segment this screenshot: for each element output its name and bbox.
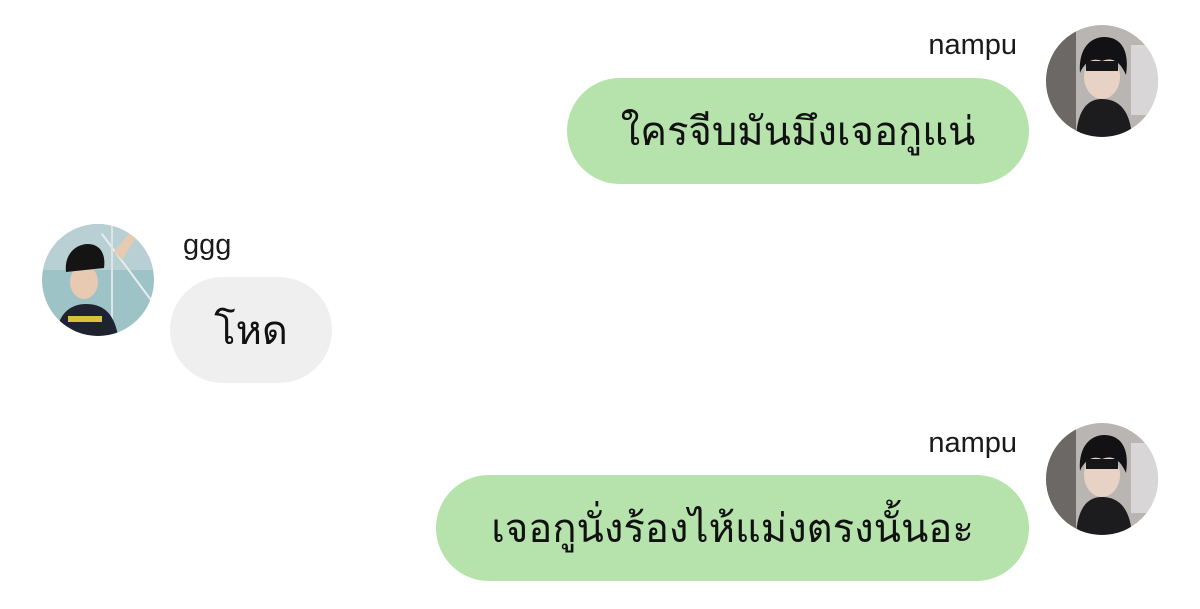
user-avatar-icon[interactable] — [42, 224, 154, 336]
avatar-photo-icon — [1046, 423, 1158, 535]
user-avatar-icon[interactable] — [1046, 423, 1158, 535]
sender-name: nampu — [928, 29, 1017, 61]
avatar-photo-icon — [42, 224, 154, 336]
sender-name: nampu — [928, 427, 1017, 459]
message-text: โหด — [214, 308, 288, 354]
avatar-photo-icon — [1046, 25, 1158, 137]
user-avatar-icon[interactable] — [1046, 25, 1158, 137]
message-text: เจอกูนั่งร้องไห้แม่งตรงนั้นอะ — [491, 506, 974, 552]
chat-thread: nampu ใครจีบมันมึงเจอกูแน่ ggg โหด nampu… — [0, 0, 1200, 609]
message-text: ใครจีบมันมึงเจอกูแน่ — [620, 109, 976, 155]
message-bubble-outgoing[interactable]: ใครจีบมันมึงเจอกูแน่ — [567, 78, 1029, 184]
sender-name: ggg — [183, 229, 232, 261]
message-bubble-incoming[interactable]: โหด — [170, 277, 332, 383]
message-bubble-outgoing[interactable]: เจอกูนั่งร้องไห้แม่งตรงนั้นอะ — [436, 475, 1029, 581]
